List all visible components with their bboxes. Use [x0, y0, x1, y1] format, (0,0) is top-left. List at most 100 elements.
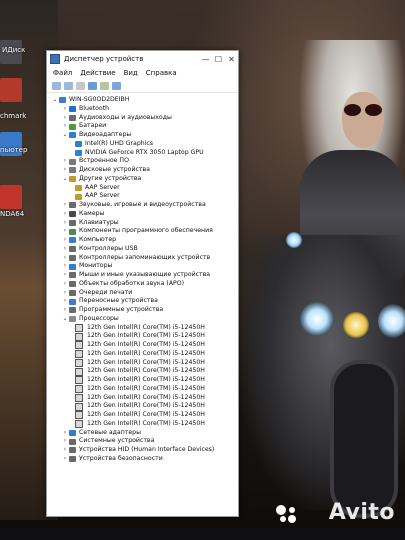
title-bar[interactable]: Диспетчер устройств — ☐ ✕ [47, 51, 238, 67]
tree-device[interactable]: 12th Gen Intel(R) Core(TM) i5-12450H [51, 350, 238, 359]
monitor-scan-icon[interactable] [112, 81, 121, 90]
expand-chevron-icon[interactable]: › [61, 306, 69, 315]
category-label: Компоненты программного обеспечения [79, 227, 213, 235]
expand-chevron-icon[interactable]: › [61, 201, 69, 210]
update-driver-icon[interactable] [100, 81, 109, 90]
expand-chevron-icon[interactable]: › [61, 289, 69, 298]
tree-device[interactable]: 12th Gen Intel(R) Core(TM) i5-12450H [51, 411, 238, 420]
tree-device[interactable]: 12th Gen Intel(R) Core(TM) i5-12450H [51, 341, 238, 350]
maximize-button[interactable]: ☐ [212, 55, 225, 64]
tree-category[interactable]: › Камеры [51, 210, 238, 219]
expand-chevron-icon[interactable]: › [61, 166, 69, 175]
tree-category[interactable]: › Контроллеры USB [51, 245, 238, 254]
device-category-icon [69, 281, 76, 288]
expand-chevron-icon[interactable]: › [61, 271, 69, 280]
tree-category[interactable]: ⌄ Видеоадаптеры [51, 131, 238, 140]
desktop-icon-aida64[interactable] [0, 185, 22, 209]
wallpaper-rider-glasses [344, 104, 384, 116]
tree-category[interactable]: › Контроллеры запоминающих устройств [51, 254, 238, 263]
tree-device[interactable]: 12th Gen Intel(R) Core(TM) i5-12450H [51, 394, 238, 403]
properties-icon[interactable] [76, 81, 85, 90]
back-arrow-icon[interactable] [52, 81, 61, 90]
tree-category[interactable]: › Программные устройства [51, 306, 238, 315]
device-category-icon [69, 316, 76, 323]
help-icon[interactable] [88, 81, 97, 90]
collapse-chevron-icon[interactable]: ⌄ [61, 315, 69, 324]
expand-chevron-icon[interactable]: › [61, 437, 69, 446]
tree-device[interactable]: Intel(R) UHD Graphics [51, 140, 238, 149]
expand-chevron-icon[interactable]: › [61, 236, 69, 245]
tree-category[interactable]: › Компоненты программного обеспечения [51, 227, 238, 236]
tree-category[interactable]: › Сетевые адаптеры [51, 429, 238, 438]
tree-category[interactable]: › Клавиатуры [51, 219, 238, 228]
device-label: 12th Gen Intel(R) Core(TM) i5-12450H [87, 376, 205, 383]
tree-category[interactable]: › Bluetooth [51, 105, 238, 114]
minimize-button[interactable]: — [199, 55, 212, 64]
tree-category[interactable]: › Дисковые устройства [51, 166, 238, 175]
expand-chevron-icon[interactable]: › [61, 227, 69, 236]
tree-category[interactable]: › Очереди печати [51, 289, 238, 298]
tree-category[interactable]: › Мыши и иные указывающие устройства [51, 271, 238, 280]
device-icon [75, 420, 83, 429]
menu-file[interactable]: Файл [53, 69, 72, 77]
collapse-chevron-icon[interactable]: ⌄ [51, 96, 59, 105]
collapse-chevron-icon[interactable]: ⌄ [61, 175, 69, 184]
tree-category[interactable]: › Устройства HID (Human Interface Devices… [51, 446, 238, 455]
tree-device[interactable]: 12th Gen Intel(R) Core(TM) i5-12450H [51, 402, 238, 411]
tree-category[interactable]: › Мониторы [51, 262, 238, 271]
tree-device[interactable]: AAP Server [51, 184, 238, 193]
tree-category[interactable]: › Объекты обработки звука (APO) [51, 280, 238, 289]
window-title: Диспетчер устройств [64, 55, 144, 63]
tree-category[interactable]: › Переносные устройства [51, 297, 238, 306]
menu-view[interactable]: Вид [124, 69, 138, 77]
tree-device[interactable]: NVIDIA GeForce RTX 3050 Laptop GPU [51, 149, 238, 158]
expand-chevron-icon[interactable]: › [61, 446, 69, 455]
wallpaper-headlight [343, 312, 369, 338]
tree-category[interactable]: › Системные устройства [51, 437, 238, 446]
expand-chevron-icon[interactable]: › [61, 114, 69, 123]
forward-arrow-icon[interactable] [64, 81, 73, 90]
expand-chevron-icon[interactable]: › [61, 262, 69, 271]
tree-device[interactable]: 12th Gen Intel(R) Core(TM) i5-12450H [51, 385, 238, 394]
tree-category[interactable]: ⌄ Другие устройства [51, 175, 238, 184]
category-label: Аудиовходы и аудиовыходы [79, 113, 172, 121]
close-button[interactable]: ✕ [225, 55, 238, 64]
avito-watermark: Avito [328, 500, 395, 525]
device-icon [75, 341, 83, 350]
expand-chevron-icon[interactable]: › [61, 157, 69, 166]
device-category-icon [69, 123, 76, 130]
tree-category[interactable]: › Звуковые, игровые и видеоустройства [51, 201, 238, 210]
tree-device[interactable]: 12th Gen Intel(R) Core(TM) i5-12450H [51, 332, 238, 341]
expand-chevron-icon[interactable]: › [61, 245, 69, 254]
tree-root[interactable]: ⌄ WIN-SG0OD2DEIBH [51, 96, 238, 105]
tree-device[interactable]: 12th Gen Intel(R) Core(TM) i5-12450H [51, 376, 238, 385]
collapse-chevron-icon[interactable]: ⌄ [61, 131, 69, 140]
tree-category[interactable]: › Встроенное ПО [51, 157, 238, 166]
tree-category[interactable]: › Батареи [51, 122, 238, 131]
expand-chevron-icon[interactable]: › [61, 105, 69, 114]
avito-logo-icon [276, 505, 296, 523]
expand-chevron-icon[interactable]: › [61, 455, 69, 464]
tree-category[interactable]: › Компьютер [51, 236, 238, 245]
menu-action[interactable]: Действие [80, 69, 115, 77]
menu-help[interactable]: Справка [146, 69, 177, 77]
expand-chevron-icon[interactable]: › [61, 254, 69, 263]
desktop-icon-benchmark[interactable] [0, 78, 22, 102]
tree-device[interactable]: 12th Gen Intel(R) Core(TM) i5-12450H [51, 367, 238, 376]
expand-chevron-icon[interactable]: › [61, 122, 69, 131]
device-label: 12th Gen Intel(R) Core(TM) i5-12450H [87, 393, 205, 401]
tree-category[interactable]: ⌄ Процессоры [51, 315, 238, 324]
tree-category[interactable]: › Аудиовходы и аудиовыходы [51, 114, 238, 123]
tree-device[interactable]: AAP Server [51, 192, 238, 201]
desktop-icon-label: chmark [0, 112, 27, 120]
tree-device[interactable]: 12th Gen Intel(R) Core(TM) i5-12450H [51, 324, 238, 333]
expand-chevron-icon[interactable]: › [61, 219, 69, 228]
expand-chevron-icon[interactable]: › [61, 280, 69, 289]
device-category-icon [69, 456, 76, 463]
tree-device[interactable]: 12th Gen Intel(R) Core(TM) i5-12450H [51, 420, 238, 429]
tree-device[interactable]: 12th Gen Intel(R) Core(TM) i5-12450H [51, 359, 238, 368]
expand-chevron-icon[interactable]: › [61, 210, 69, 219]
expand-chevron-icon[interactable]: › [61, 429, 69, 438]
tree-category[interactable]: › Устройства безопасности [51, 455, 238, 464]
expand-chevron-icon[interactable]: › [61, 297, 69, 306]
